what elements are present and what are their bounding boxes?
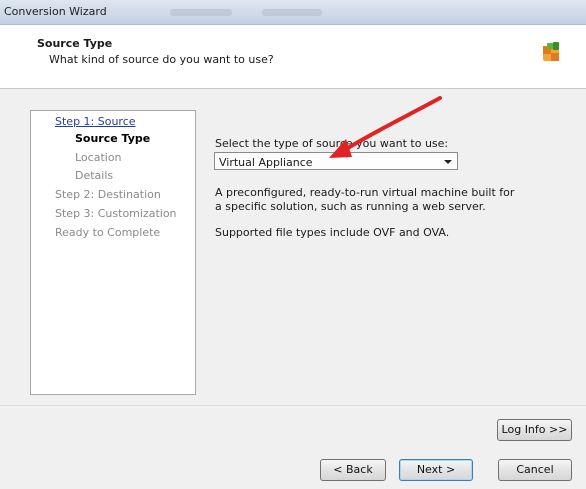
source-type-dropdown[interactable]: Virtual Appliance: [214, 152, 458, 170]
window-title: Conversion Wizard: [4, 5, 107, 18]
steps-panel: Step 1: Source Source Type Location Deta…: [30, 110, 196, 395]
step-source-type: Source Type: [75, 132, 151, 145]
footer-divider: [0, 405, 586, 406]
cancel-button[interactable]: Cancel: [498, 459, 572, 481]
supported-file-types: Supported file types include OVF and OVA…: [215, 226, 450, 239]
next-button[interactable]: Next >: [399, 459, 473, 481]
page-title: Source Type: [37, 37, 113, 50]
step-ready-to-complete: Ready to Complete: [55, 226, 161, 239]
vmware-converter-logo-icon: [543, 42, 559, 61]
source-type-value: Virtual Appliance: [219, 156, 313, 169]
source-select-label: Select the type of source you want to us…: [215, 137, 449, 150]
step-location: Location: [75, 151, 122, 164]
page-subtitle: What kind of source do you want to use?: [49, 53, 274, 66]
step-details: Details: [75, 169, 114, 182]
step-source-link[interactable]: Step 1: Source: [55, 115, 136, 128]
titlebar-blur: [170, 9, 232, 16]
step-destination: Step 2: Destination: [55, 188, 161, 201]
back-button[interactable]: < Back: [320, 459, 386, 481]
chevron-down-icon[interactable]: [444, 160, 452, 164]
wizard-header: Source Type What kind of source do you w…: [0, 25, 586, 89]
step-customization: Step 3: Customization: [55, 207, 177, 220]
titlebar-blur: [262, 9, 322, 16]
title-bar: Conversion Wizard: [0, 0, 586, 25]
source-description: A preconfigured, ready-to-run virtual ma…: [215, 186, 515, 213]
log-info-button[interactable]: Log Info >>: [497, 419, 572, 441]
